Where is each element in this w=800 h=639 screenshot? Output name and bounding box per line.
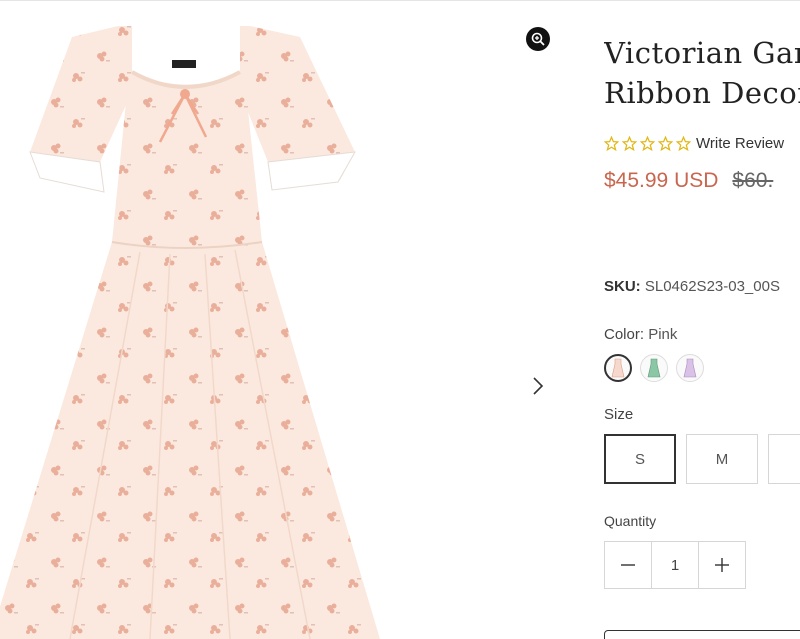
minus-icon xyxy=(621,564,635,566)
quantity-label: Quantity xyxy=(604,513,657,529)
increase-quantity-button[interactable] xyxy=(698,541,746,589)
swatch-green[interactable] xyxy=(640,354,668,382)
product-info-panel: Victorian Garden Ribbon Decor Write Revi… xyxy=(604,0,800,639)
decrease-quantity-button[interactable] xyxy=(604,541,652,589)
size-options: S M xyxy=(604,434,800,484)
size-s-button[interactable]: S xyxy=(604,434,676,484)
quantity-input[interactable]: 1 xyxy=(651,541,699,589)
sku-label: SKU: xyxy=(604,278,641,295)
dress-thumbnail-icon xyxy=(611,358,625,378)
product-image-dress[interactable] xyxy=(0,2,570,639)
dress-thumbnail-icon xyxy=(647,358,661,378)
star-icon xyxy=(658,136,673,151)
product-title-line1: Victorian Garden xyxy=(604,36,800,70)
write-review-link[interactable]: Write Review xyxy=(696,135,784,152)
price-row: $45.99 USD $60. xyxy=(604,169,773,193)
plus-icon xyxy=(715,558,729,572)
sale-price: $45.99 USD xyxy=(604,169,719,192)
star-icon xyxy=(622,136,637,151)
size-l-button[interactable] xyxy=(768,434,800,484)
star-rating[interactable] xyxy=(604,136,691,151)
zoom-in-icon xyxy=(531,32,545,46)
next-image-button[interactable] xyxy=(528,372,548,400)
add-to-cart-button[interactable] xyxy=(604,630,800,639)
size-m-button[interactable]: M xyxy=(686,434,758,484)
color-swatches xyxy=(604,354,704,382)
star-icon xyxy=(640,136,655,151)
color-label: Color: xyxy=(604,326,645,343)
product-title: Victorian Garden Ribbon Decor xyxy=(604,33,800,113)
product-title-line2: Ribbon Decor xyxy=(604,76,800,110)
quantity-stepper: 1 xyxy=(604,541,746,589)
star-icon xyxy=(604,136,619,151)
color-row: Color: Pink xyxy=(604,326,677,343)
product-gallery xyxy=(0,2,570,639)
color-value: Pink xyxy=(648,326,678,343)
sku-value: SL0462S23-03_00S xyxy=(644,278,780,295)
size-label: Size xyxy=(604,406,634,423)
swatch-lavender[interactable] xyxy=(676,354,704,382)
original-price: $60. xyxy=(732,169,774,192)
zoom-button[interactable] xyxy=(526,27,550,51)
rating-row: Write Review xyxy=(604,135,784,152)
star-icon xyxy=(676,136,691,151)
dress-thumbnail-icon xyxy=(683,358,697,378)
sku-row: SKU: SL0462S23-03_00S xyxy=(604,278,780,295)
chevron-right-icon xyxy=(533,377,544,395)
swatch-pink[interactable] xyxy=(604,354,632,382)
